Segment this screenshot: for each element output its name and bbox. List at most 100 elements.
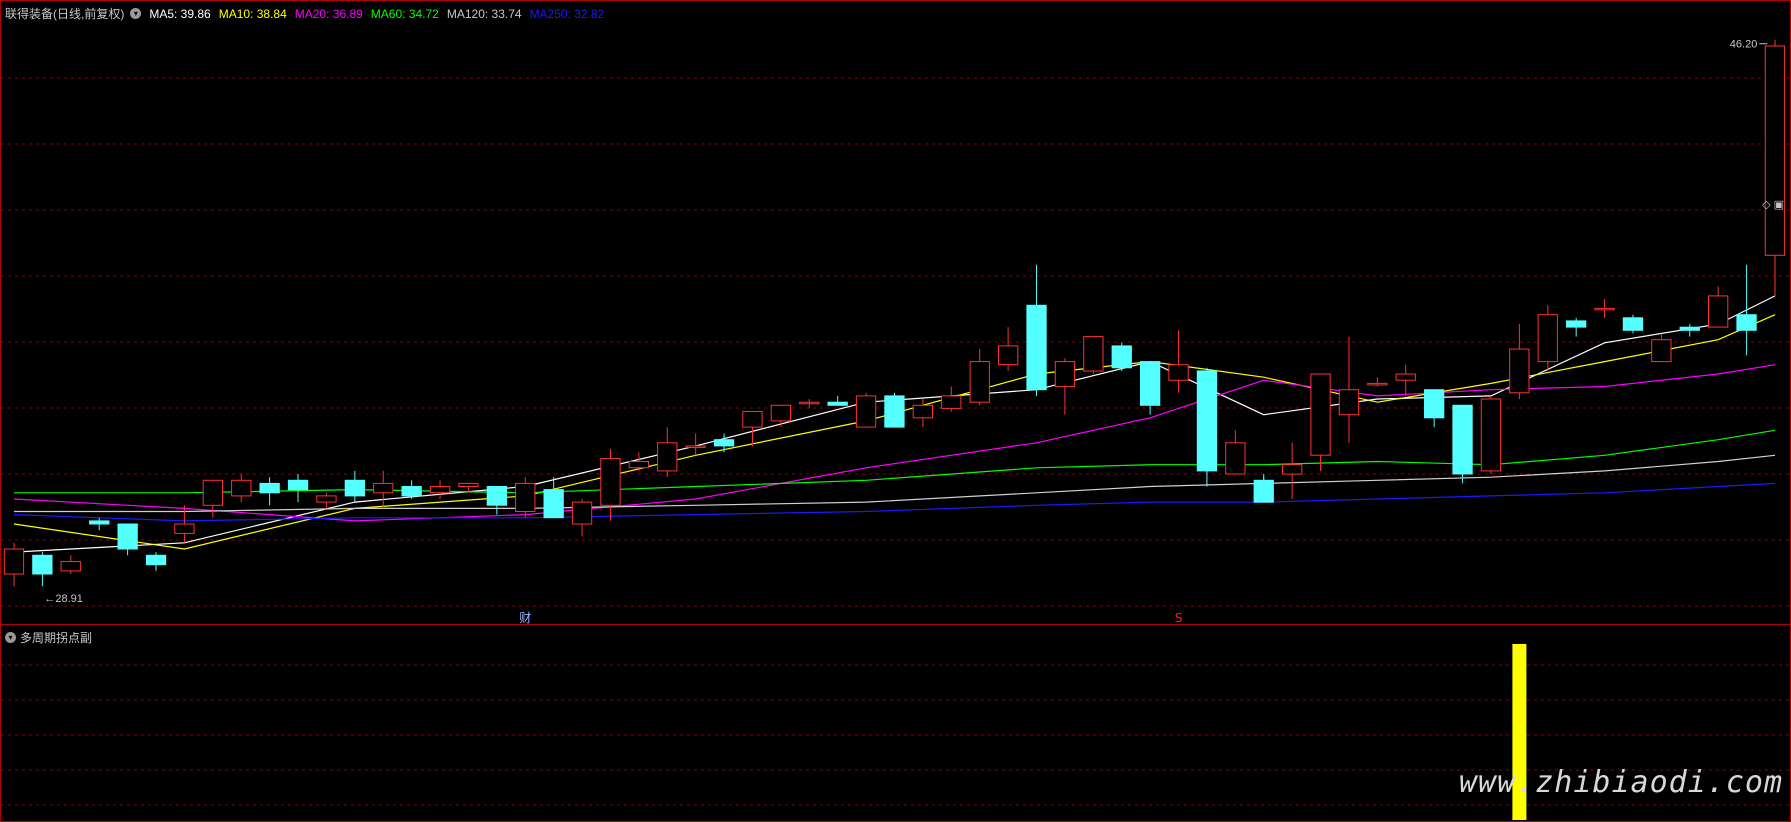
- candle: [941, 386, 962, 412]
- candle-body-up: [1764, 45, 1786, 256]
- candle: [600, 449, 621, 521]
- candle: [1424, 389, 1445, 428]
- candle: [1480, 395, 1502, 475]
- window-icon[interactable]: ▣: [1774, 199, 1784, 211]
- stock-title: 联得装备(日线,前复权): [5, 7, 125, 21]
- candle: [1395, 364, 1416, 396]
- candle: [628, 452, 650, 471]
- candle-body-down: [401, 486, 422, 497]
- candle-body-down: [1253, 479, 1274, 503]
- candle: [1594, 299, 1615, 318]
- candle-body-down: [1196, 370, 1218, 472]
- settings-circle-icon[interactable]: ▾: [130, 8, 142, 19]
- candle-body-up: [571, 501, 593, 525]
- candle: [316, 492, 337, 509]
- candle: [117, 523, 138, 556]
- candle: [1452, 404, 1473, 484]
- candle-body-up: [60, 561, 81, 572]
- candle: [429, 480, 451, 500]
- candle: [1679, 324, 1700, 337]
- marker-s: S: [1175, 611, 1183, 624]
- candle-body-up: [1651, 339, 1672, 363]
- candle: [1140, 361, 1161, 415]
- candle-body-up: [657, 442, 678, 472]
- candle-body-up: [998, 345, 1019, 366]
- candle-body-down: [713, 439, 735, 447]
- candle-body-up: [1509, 348, 1530, 394]
- candle-body-down: [1424, 389, 1445, 419]
- candle: [1509, 324, 1530, 400]
- candle: [145, 552, 167, 571]
- marker-cai: 财: [519, 611, 531, 624]
- low-price-label: ←28.91: [44, 593, 83, 605]
- candle: [998, 327, 1019, 371]
- candle-body-up: [1225, 442, 1246, 475]
- candle-body-up: [628, 461, 650, 469]
- candle: [373, 470, 394, 509]
- candle-body-down: [145, 554, 167, 566]
- indicator-title: 多周期拐点副: [20, 631, 93, 645]
- ma10-label: MA10: 38.84: [218, 6, 287, 21]
- candle-body-up: [742, 411, 763, 428]
- candle-body-up: [855, 395, 877, 428]
- candlestick-chart: 46.20 ←28.91 财 S: [1, 39, 1790, 624]
- candle: [1566, 317, 1587, 337]
- candle: [1225, 430, 1246, 475]
- candle: [401, 480, 422, 500]
- candle: [571, 499, 593, 537]
- candle-body-up: [941, 395, 962, 409]
- candle-body-down: [287, 479, 309, 491]
- candle-body-down: [117, 523, 138, 550]
- candle: [1651, 333, 1672, 363]
- candle-body-up: [1083, 336, 1104, 372]
- candle-body-up: [515, 482, 536, 512]
- candle-body-up: [685, 445, 706, 448]
- candle: [486, 486, 508, 515]
- candle: [1367, 377, 1388, 387]
- watermark: www.zhibiaodi.com: [1458, 765, 1783, 800]
- sub-settings-circle-icon[interactable]: ▾: [5, 632, 16, 643]
- candle-body-down: [827, 401, 848, 406]
- diamond-icon[interactable]: ◇: [1762, 199, 1770, 211]
- candle-body-up: [1282, 464, 1303, 475]
- candle-body-up: [1168, 364, 1189, 381]
- candle-body-up: [1537, 314, 1558, 363]
- candle: [32, 552, 53, 587]
- candle-body-up: [1708, 295, 1729, 328]
- candle: [1253, 474, 1274, 503]
- candle-body-down: [1622, 317, 1644, 331]
- main-chart-panel[interactable]: 联得装备(日线,前复权) ▾ MA5: 39.86 MA10: 38.84 MA…: [0, 0, 1791, 625]
- candle: [969, 349, 990, 406]
- candle: [742, 411, 763, 446]
- candle: [515, 477, 536, 518]
- candle: [1310, 373, 1331, 471]
- candle-body-up: [231, 479, 252, 497]
- candle-body-up: [1310, 373, 1331, 456]
- candle-body-down: [32, 554, 53, 575]
- candle-body-up: [1480, 398, 1502, 472]
- candle: [1537, 305, 1558, 371]
- candle-body-up: [174, 523, 195, 534]
- candle-body-down: [1026, 304, 1047, 391]
- candle: [231, 474, 252, 503]
- ma5-label: MA5: 39.86: [149, 6, 211, 21]
- candle: [1111, 342, 1132, 371]
- candle-body-up: [799, 401, 820, 405]
- candle-body-up: [1395, 373, 1416, 381]
- candle-body-up: [770, 404, 792, 422]
- candle-body-up: [969, 361, 990, 403]
- candle-body-down: [259, 482, 280, 494]
- high-price-label: 46.20: [1730, 39, 1758, 51]
- candle: [770, 404, 792, 428]
- candle-body-down: [1679, 326, 1700, 331]
- candle-body-up: [912, 404, 934, 419]
- candle-body-up: [600, 457, 621, 506]
- candle: [543, 477, 564, 519]
- candle-body-down: [1140, 361, 1161, 406]
- candle: [1026, 264, 1047, 396]
- candle-body-down: [1566, 320, 1587, 328]
- candle: [1764, 39, 1786, 296]
- candle: [855, 392, 877, 428]
- candle: [259, 477, 280, 506]
- candle-body-up: [373, 482, 394, 494]
